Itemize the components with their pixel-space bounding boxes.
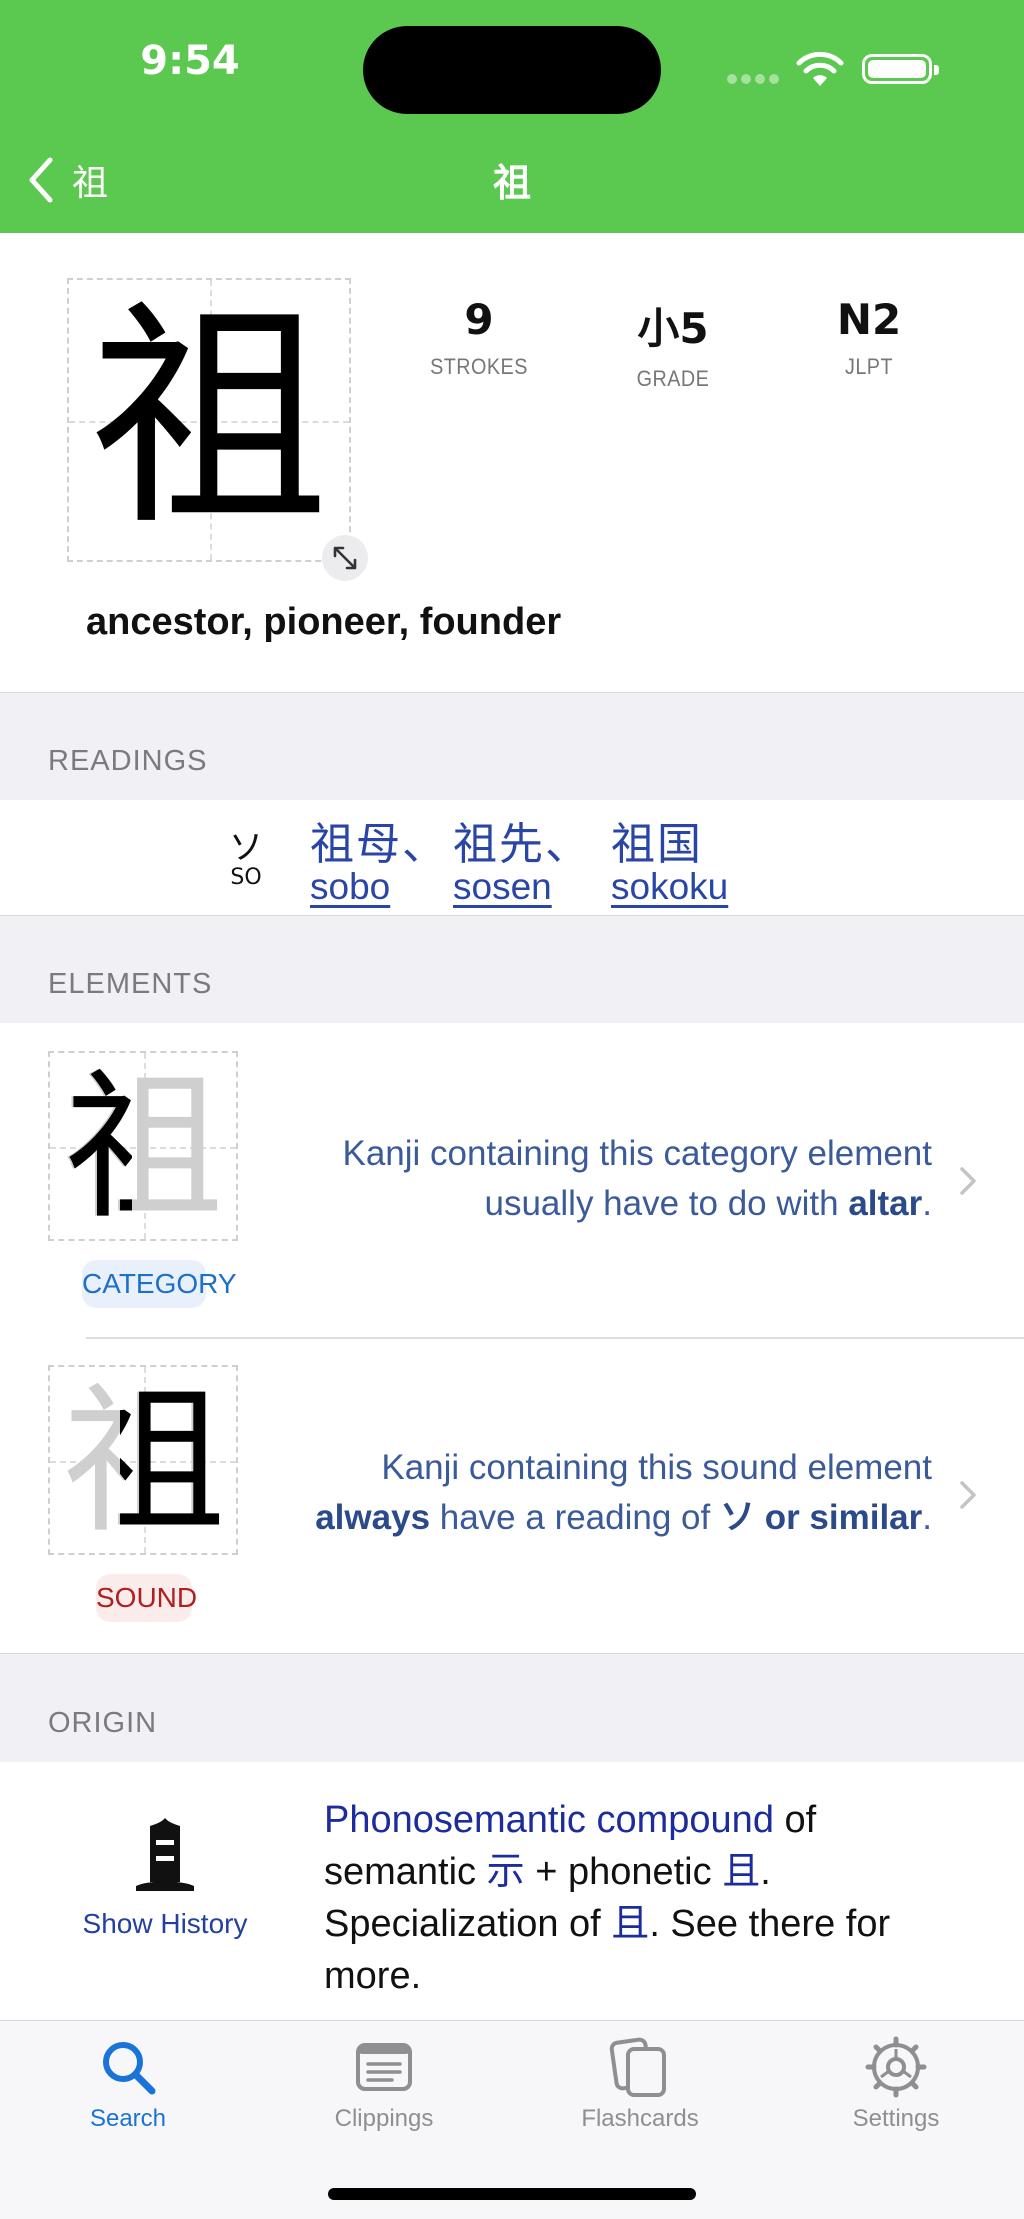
example-romaji: sobo	[310, 866, 391, 907]
link-phonetic-component[interactable]: 且	[722, 1851, 760, 1893]
glyph-highlight: 祖	[50, 1053, 132, 1239]
reading-kana[interactable]: ソ SO	[222, 820, 270, 890]
stat-value: 9	[464, 295, 494, 344]
back-button[interactable]: 祖	[26, 150, 108, 210]
tab-clippings[interactable]: Clippings	[284, 2035, 484, 2133]
kanji-header: 祖 9 STROKES 小5 GRADE N2 JLPT ancestor, p…	[0, 233, 1024, 693]
status-time: 9:54	[140, 38, 240, 84]
link-semantic-component[interactable]: 示	[487, 1851, 525, 1893]
stat-value: N2	[836, 295, 902, 344]
stat-label: JLPT	[844, 354, 894, 379]
search-icon	[103, 2042, 156, 2095]
readings-row: ソ SO 祖母、 sobo 祖先、 sosen 祖国 sokoku	[0, 800, 1024, 915]
section-title: ORIGIN	[48, 1707, 158, 1739]
battery-icon	[862, 54, 939, 84]
tab-settings[interactable]: Settings	[796, 2035, 996, 2133]
tab-label: Search	[89, 2105, 167, 2132]
chevron-left-icon	[29, 157, 53, 203]
sound-element-glyph: 祖 祖	[48, 1365, 238, 1555]
tab-label: Flashcards	[581, 2105, 699, 2132]
tab-label: Clippings	[334, 2105, 434, 2132]
kanji-character: 祖	[90, 281, 328, 558]
sound-description: Kanji containing this sound element alwa…	[315, 1448, 932, 1537]
section-header-origin: ORIGIN	[0, 1653, 1024, 1763]
elements-list: 祖 祖 CATEGORY Kanji containing this categ…	[0, 1023, 1024, 1653]
reading-kana-text: ソ	[229, 828, 263, 868]
section-header-readings: READINGS	[0, 692, 1024, 801]
example-kanji: 祖国	[611, 819, 703, 870]
stat-label: STROKES	[430, 354, 528, 379]
reading-example[interactable]: 祖母、 sobo	[310, 808, 448, 908]
back-label: 祖	[72, 163, 109, 204]
stat-strokes: 9 STROKES	[399, 295, 559, 380]
example-romaji: sokoku	[611, 866, 729, 907]
divider	[86, 1337, 1024, 1339]
category-element-glyph: 祖 祖	[48, 1051, 238, 1241]
clippings-icon	[356, 2043, 412, 2091]
example-kanji: 祖先、	[453, 819, 591, 870]
section-title: READINGS	[48, 745, 208, 777]
show-history-label: Show History	[82, 1908, 248, 1939]
flashcards-icon	[609, 2037, 666, 2097]
origin-section: Show History Phonosemantic compound of s…	[0, 1762, 1024, 2020]
settings-icon	[865, 2036, 927, 2098]
origin-description: Phonosemantic compound of semantic 示 + p…	[324, 1799, 891, 1997]
glyph-highlight: 祖	[120, 1368, 225, 1553]
stat-value: 小5	[637, 304, 709, 353]
reading-example[interactable]: 祖先、 sosen	[453, 808, 591, 908]
stat-label: GRADE	[636, 366, 710, 391]
section-title: ELEMENTS	[48, 968, 213, 1000]
dynamic-island	[363, 26, 661, 114]
stat-grade: 小5 GRADE	[593, 295, 753, 392]
kanji-meaning: ancestor, pioneer, founder	[86, 601, 562, 643]
reading-example[interactable]: 祖国 sokoku	[611, 808, 728, 908]
navigation-bar: 9:54 祖 祖	[0, 0, 1024, 233]
kanji-display[interactable]: 祖	[67, 278, 351, 562]
tab-flashcards[interactable]: Flashcards	[540, 2035, 740, 2133]
cellular-signal-icon	[727, 74, 781, 84]
page-title: 祖	[492, 161, 531, 205]
example-romaji: sosen	[453, 866, 552, 907]
home-indicator	[328, 2188, 696, 2200]
example-kanji: 祖母、	[310, 819, 448, 870]
sound-tag: SOUND	[96, 1574, 197, 1622]
expand-arrows-icon	[333, 546, 357, 570]
ancient-glyph-icon	[136, 1818, 194, 1891]
chevron-right-icon	[960, 1167, 976, 1195]
link-specialization[interactable]: 且	[611, 1903, 649, 1945]
category-tag: CATEGORY	[82, 1260, 237, 1308]
tab-search[interactable]: Search	[28, 2035, 228, 2133]
category-description: Kanji containing this category element u…	[342, 1134, 932, 1223]
link-phonosemantic[interactable]: Phonosemantic compound	[324, 1799, 774, 1841]
wifi-icon	[796, 52, 844, 86]
tab-label: Settings	[852, 2105, 940, 2132]
stat-jlpt: N2 JLPT	[789, 295, 949, 380]
chevron-right-icon	[960, 1481, 976, 1509]
expand-button[interactable]	[322, 535, 368, 581]
section-header-elements: ELEMENTS	[0, 915, 1024, 1024]
